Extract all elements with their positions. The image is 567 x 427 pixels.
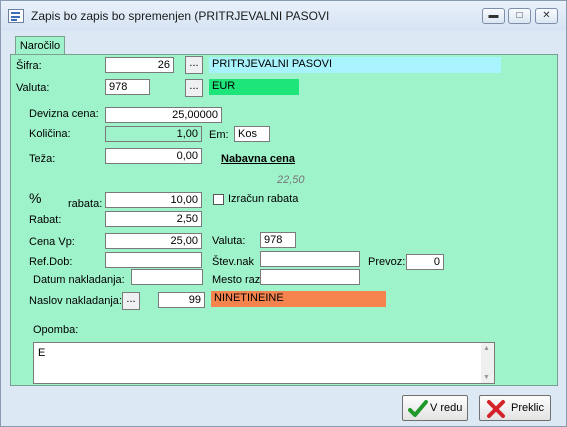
valuta2-input[interactable]: 978 xyxy=(260,232,296,248)
izracun-rabata-checkbox[interactable] xyxy=(213,194,224,205)
nabavna-cena-value: 22,50 xyxy=(277,174,305,186)
datum-nakladanja-label: Datum nakladanja: xyxy=(33,274,125,286)
sifra-input[interactable]: 26 xyxy=(105,57,174,73)
scroll-up-icon[interactable]: ▲ xyxy=(483,345,490,352)
minimize-button[interactable]: ▬ xyxy=(482,8,505,24)
opomba-label: Opomba: xyxy=(33,324,79,336)
cross-icon xyxy=(487,400,505,418)
dialog-window: Zapis bo zapis bo spremenjen (PRITRJEVAL… xyxy=(0,0,567,427)
ref-dob-label: Ref.Dob: xyxy=(29,256,73,268)
valuta-input[interactable]: 978 xyxy=(105,79,150,95)
minimize-icon: ▬ xyxy=(488,10,499,21)
prevoz-input[interactable]: 0 xyxy=(406,254,444,270)
form-panel xyxy=(10,54,558,386)
stev-nak-input[interactable] xyxy=(260,251,360,267)
naslov-nakladanja-browse-button[interactable]: ... xyxy=(122,292,140,310)
naslov-nakladanja-input[interactable]: 99 xyxy=(158,292,205,308)
datum-nakladanja-input[interactable] xyxy=(131,269,203,285)
valuta2-label: Valuta: xyxy=(212,235,246,247)
teza-label: Teža: xyxy=(29,153,56,165)
opomba-text: E xyxy=(38,347,46,359)
prevoz-label: Prevoz: xyxy=(368,256,406,268)
window-title: Zapis bo zapis bo spremenjen (PRITRJEVAL… xyxy=(31,9,330,23)
valuta-name-display: EUR xyxy=(209,79,299,95)
devizna-cena-label: Devizna cena: xyxy=(29,108,99,120)
ref-dob-input[interactable] xyxy=(105,252,202,268)
maximize-button[interactable]: □ xyxy=(508,8,531,24)
sifra-label: Šifra: xyxy=(16,60,42,72)
cena-vp-label: Cena Vp: xyxy=(29,236,75,248)
scroll-down-icon[interactable]: ▼ xyxy=(483,374,490,381)
valuta-browse-button[interactable]: ... xyxy=(185,79,203,97)
mesto-raz-label: Mesto raz: xyxy=(212,274,264,286)
valuta-label: Valuta: xyxy=(16,82,50,94)
rabat-percent-label: rabata: xyxy=(68,198,103,210)
nabavna-cena-label: Nabavna cena xyxy=(221,153,295,165)
kolicina-input[interactable]: 1,00 xyxy=(105,126,202,142)
close-button[interactable]: ✕ xyxy=(535,8,558,24)
title-bar[interactable]: Zapis bo zapis bo spremenjen (PRITRJEVAL… xyxy=(1,1,566,31)
maximize-icon: □ xyxy=(516,10,523,21)
stev-nak-label: Štev.nak xyxy=(212,256,254,268)
ok-button[interactable]: V redu xyxy=(402,395,468,421)
em-input[interactable]: Kos xyxy=(234,126,270,142)
cancel-button[interactable]: Preklic xyxy=(479,395,551,421)
cena-vp-input[interactable]: 25,00 xyxy=(105,233,202,249)
app-icon xyxy=(8,9,24,23)
devizna-cena-input[interactable]: 25,00000 xyxy=(105,107,222,123)
naslov-nakladanja-label: Naslov nakladanja: xyxy=(29,295,122,307)
kolicina-label: Količina: xyxy=(29,128,71,140)
opomba-scrollbar[interactable]: ▲ ▼ xyxy=(481,343,494,383)
mesto-raz-input[interactable] xyxy=(260,269,360,285)
close-icon: ✕ xyxy=(542,10,551,21)
naslov-nakladanja-name-display: NINETINEINE xyxy=(211,291,386,307)
ok-button-label: V redu xyxy=(430,402,463,414)
checkmark-icon xyxy=(408,400,428,417)
opomba-textarea[interactable]: E ▲ ▼ xyxy=(33,342,495,384)
tab-narocilo[interactable]: Naročilo xyxy=(15,36,65,55)
rabat-percent-symbol: % xyxy=(29,190,42,206)
rabat-label: Rabat: xyxy=(29,214,62,226)
rabat-input[interactable]: 2,50 xyxy=(105,211,202,227)
rabat-percent-input[interactable]: 10,00 xyxy=(105,192,202,208)
sifra-name-display: PRITRJEVALNI PASOVI xyxy=(209,57,501,73)
cancel-button-label: Preklic xyxy=(511,402,545,414)
em-label: Em: xyxy=(209,129,229,141)
izracun-rabata-label: Izračun rabata xyxy=(228,193,299,205)
teza-input[interactable]: 0,00 xyxy=(105,148,202,164)
sifra-browse-button[interactable]: ... xyxy=(185,56,203,74)
